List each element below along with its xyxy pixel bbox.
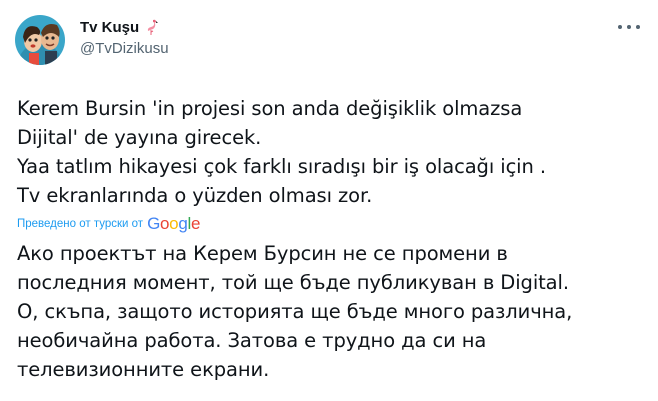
display-name[interactable]: Tv Kuşu [80,19,139,36]
user-info: Tv Kuşu @TvDizikusu [80,17,169,58]
translated-by-label: Преведено от турски от [17,218,144,230]
more-options-icon[interactable] [618,22,640,32]
more-dot [618,25,622,29]
tweet: Tv Kuşu @TvDizikusu Kerem Bursin 'in pro… [0,0,658,401]
more-dot [636,25,640,29]
tweet-translated-text: Ако проектът на Керем Бурсин не се проме… [17,242,573,381]
more-dot [627,25,631,29]
name-row: Tv Kuşu [80,17,169,37]
user-handle[interactable]: @TvDizikusu [80,40,169,57]
avatar[interactable] [15,15,65,65]
flamingo-icon [143,18,159,36]
translation-attribution[interactable]: Преведено от турски от Google [17,214,200,234]
tweet-original-text: Kerem Bursin 'in projesi son anda değişi… [17,97,546,207]
google-logo: Google [147,214,201,233]
